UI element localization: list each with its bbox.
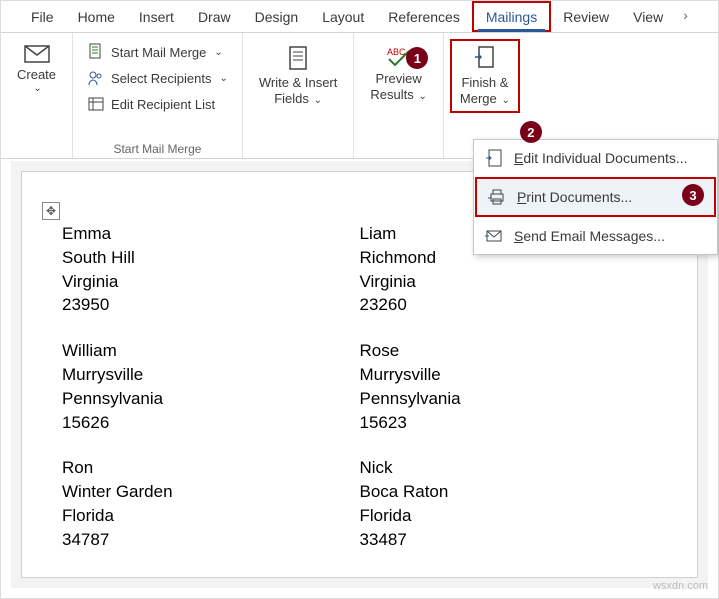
preview-label2: Results [370,87,413,102]
ribbon-tabs: File Home Insert Draw Design Layout Refe… [1,1,718,33]
start-mail-merge-button[interactable]: Start Mail Merge ⌄ [83,41,232,63]
address-label: Emma South Hill Virginia 23950 [62,222,360,317]
group-start-mail-merge: Start Mail Merge ⌄ Select Recipients ⌄ [73,33,243,158]
finish-merge-icon [473,45,497,71]
group-label-blank2 [296,142,299,156]
address-label: Ron Winter Garden Florida 34787 [62,456,360,551]
tab-insert[interactable]: Insert [127,1,186,32]
chevron-down-icon: ⌄ [311,95,322,106]
label-city: Boca Raton [360,480,658,504]
preview-label1: Preview [376,71,422,87]
tab-layout[interactable]: Layout [310,1,376,32]
label-state: Virginia [360,270,658,294]
finish-merge-button[interactable]: Finish & Merge ⌄ [450,39,520,113]
label-zip: 34787 [62,528,360,552]
chevron-down-icon: ⌄ [219,73,227,84]
group-create: Create ⌄ [1,33,73,158]
label-zip: 23260 [360,293,658,317]
watermark: wsxdn.com [653,580,708,592]
preview-results-button[interactable]: ABC Preview Results ⌄ [360,39,437,109]
label-name: Emma [62,222,360,246]
annotation-badge-3: 3 [682,184,704,206]
menu-edit-individual[interactable]: Edit Individual Documents... [474,140,717,176]
chevron-down-icon: ⌄ [33,83,41,95]
menu-send-email[interactable]: Send Email Messages... [474,218,717,254]
write-insert-fields-button[interactable]: Write & Insert Fields ⌄ [249,39,348,113]
label-state: Florida [360,504,658,528]
group-write-insert: Write & Insert Fields ⌄ [243,33,355,158]
label-name: Nick [360,456,658,480]
document-icon [287,45,309,71]
select-recipients-label: Select Recipients [111,71,211,86]
group-label-start: Start Mail Merge [113,142,201,156]
start-mail-merge-label: Start Mail Merge [111,45,206,60]
label-zip: 15626 [62,411,360,435]
label-state: Virginia [62,270,360,294]
list-icon [87,95,105,113]
select-recipients-button[interactable]: Select Recipients ⌄ [83,67,232,89]
group-label-blank3 [397,142,400,156]
create-button[interactable]: Create ⌄ [7,39,66,101]
label-state: Pennsylvania [62,387,360,411]
label-name: Rose [360,339,658,363]
chevron-down-icon: ⌄ [416,91,427,102]
label-zip: 15623 [360,411,658,435]
write-insert-label2: Fields [274,91,309,106]
chevron-down-icon: ⌄ [214,47,222,58]
tab-view[interactable]: View [621,1,675,32]
tab-review[interactable]: Review [551,1,621,32]
tab-references[interactable]: References [376,1,472,32]
label-zip: 33487 [360,528,658,552]
label-state: Pennsylvania [360,387,658,411]
menu-print-documents[interactable]: Print Documents... [477,179,714,215]
label-city: Murrysville [62,363,360,387]
email-icon [484,226,504,246]
tab-draw[interactable]: Draw [186,1,243,32]
tab-more[interactable]: › [675,1,696,32]
label-city: South Hill [62,246,360,270]
menu-print-documents-label: Print Documents... [517,189,632,205]
tab-mailings[interactable]: Mailings [472,1,551,32]
create-label: Create [17,67,56,83]
label-city: Winter Garden [62,480,360,504]
edit-recipient-list-label: Edit Recipient List [111,97,215,112]
people-icon [87,69,105,87]
address-label: Nick Boca Raton Florida 33487 [360,456,658,551]
tab-file[interactable]: File [19,1,66,32]
menu-send-email-label: Send Email Messages... [514,228,665,244]
document-icon [87,43,105,61]
finish-label2: Merge [460,91,497,106]
move-handle-icon[interactable]: ✥ [42,202,60,220]
write-insert-label1: Write & Insert [259,75,338,91]
menu-edit-individual-label: Edit Individual Documents... [514,150,688,166]
tab-design[interactable]: Design [243,1,311,32]
chevron-down-icon: ⌄ [499,95,510,106]
label-name: William [62,339,360,363]
group-label-blank [35,142,38,156]
label-zip: 23950 [62,293,360,317]
group-preview: ABC Preview Results ⌄ 1 [354,33,444,158]
label-city: Murrysville [360,363,658,387]
edit-doc-icon [484,148,504,168]
label-state: Florida [62,504,360,528]
edit-recipient-list-button[interactable]: Edit Recipient List [83,93,232,115]
envelope-icon [24,45,50,63]
label-column-left: Emma South Hill Virginia 23950 William M… [62,222,360,574]
address-label: William Murrysville Pennsylvania 15626 [62,339,360,434]
label-column-right: Liam Richmond Virginia 23260 Rose Murrys… [360,222,658,574]
printer-icon [487,187,507,207]
annotation-badge-2: 2 [520,121,542,143]
label-name: Ron [62,456,360,480]
finish-label1: Finish & [461,75,508,91]
tab-home[interactable]: Home [66,1,127,32]
address-label: Rose Murrysville Pennsylvania 15623 [360,339,658,434]
